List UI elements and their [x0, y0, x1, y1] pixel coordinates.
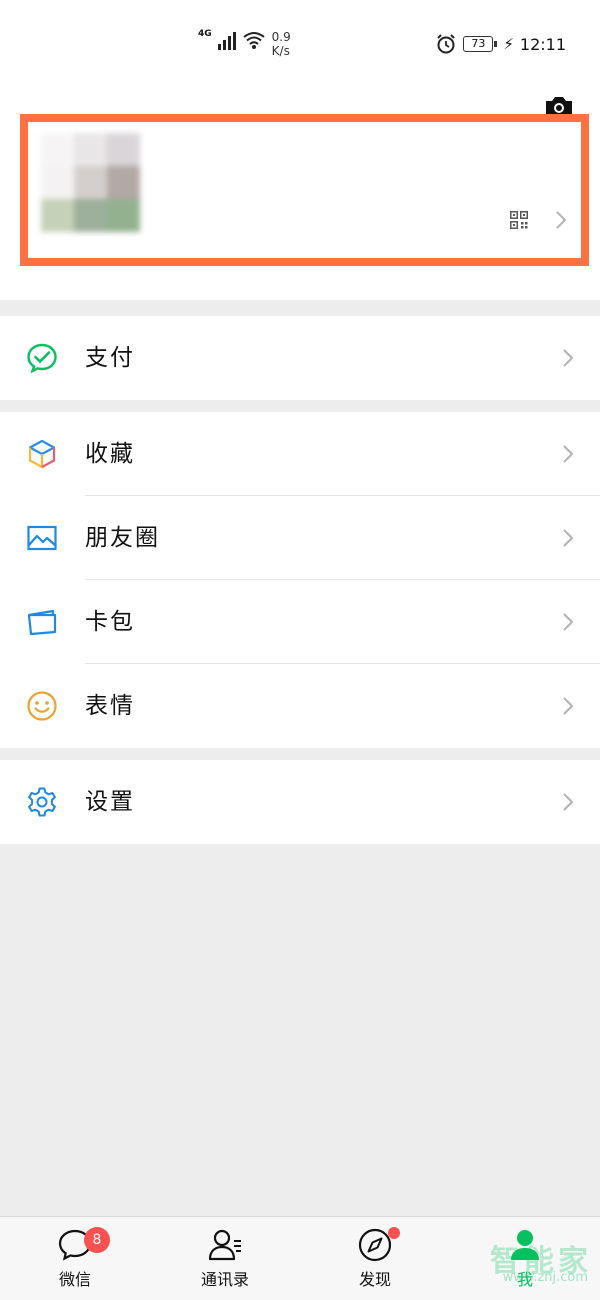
cube-icon [28, 439, 56, 469]
wifi-icon [243, 32, 265, 49]
charging-icon: ⚡ [503, 35, 514, 53]
chevron-right-icon [563, 349, 574, 367]
tab-contacts[interactable]: 通讯录 [150, 1217, 300, 1300]
chevron-right-icon [556, 211, 567, 229]
new-dot [388, 1227, 400, 1239]
menu-label-stickers: 表情 [85, 693, 135, 719]
contacts-icon [208, 1229, 241, 1261]
avatar[interactable] [41, 133, 141, 233]
highlight-box [20, 114, 589, 266]
unread-badge: 8 [84, 1227, 110, 1253]
chevron-right-icon [563, 613, 574, 631]
menu-item-moments[interactable]: 朋友圈 [0, 496, 600, 580]
status-left: 4G 0.9 K/s [198, 29, 291, 59]
chevron-right-icon [563, 445, 574, 463]
status-time: 12:11 [519, 34, 566, 54]
group-main: 收藏 朋友圈 卡包 表情 [0, 412, 600, 748]
menu-item-settings[interactable]: 设置 [0, 760, 600, 844]
image-icon [27, 525, 57, 551]
signal-icon [217, 30, 236, 50]
status-bar: 4G 0.9 K/s 73 ⚡ 12:11 [0, 0, 600, 90]
menu-label-pay: 支付 [85, 345, 135, 371]
gear-icon [28, 787, 56, 817]
group-settings: 设置 [0, 760, 600, 844]
menu-item-cards[interactable]: 卡包 [0, 580, 600, 664]
tab-label-contacts: 通讯录 [200, 1270, 249, 1289]
chevron-right-icon [563, 793, 574, 811]
battery-indicator: 73 [463, 36, 498, 52]
watermark-url: www.znj.com [502, 1270, 588, 1285]
tab-chats[interactable]: 8 微信 [0, 1217, 150, 1300]
speed-unit: K/s [271, 44, 290, 58]
network-speed: 0.9 K/s [272, 30, 291, 58]
tab-label-chats: 微信 [58, 1270, 91, 1289]
menu-item-favorites[interactable]: 收藏 [0, 412, 600, 496]
speed-value: 0.9 [271, 30, 291, 44]
menu-label-moments: 朋友圈 [85, 525, 160, 551]
menu-item-stickers[interactable]: 表情 [0, 664, 600, 748]
profile-header[interactable] [0, 90, 600, 300]
menu-label-favorites: 收藏 [85, 441, 135, 467]
chevron-right-icon [563, 529, 574, 547]
tab-discover[interactable]: 发现 [300, 1217, 450, 1300]
status-right: 73 ⚡ 12:11 [435, 33, 566, 55]
group-pay: 支付 [0, 316, 600, 400]
smiley-icon [27, 691, 57, 721]
network-type: 4G [198, 29, 212, 39]
menu-label-cards: 卡包 [85, 609, 135, 635]
alarm-icon [437, 34, 456, 54]
card-wallet-icon [27, 609, 57, 636]
menu-item-pay[interactable]: 支付 [0, 316, 600, 400]
menu-label-settings: 设置 [85, 789, 135, 815]
chevron-right-icon [563, 697, 574, 715]
qr-code-icon[interactable] [510, 211, 528, 229]
tab-label-discover: 发现 [358, 1270, 391, 1289]
pay-check-icon [27, 343, 57, 374]
